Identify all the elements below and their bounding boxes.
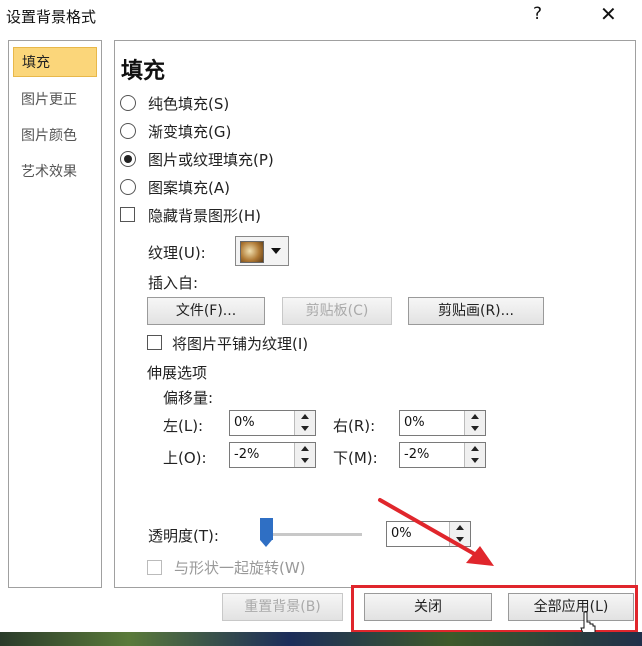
background-strip bbox=[0, 632, 642, 646]
annotation-arrow-icon bbox=[378, 498, 494, 566]
